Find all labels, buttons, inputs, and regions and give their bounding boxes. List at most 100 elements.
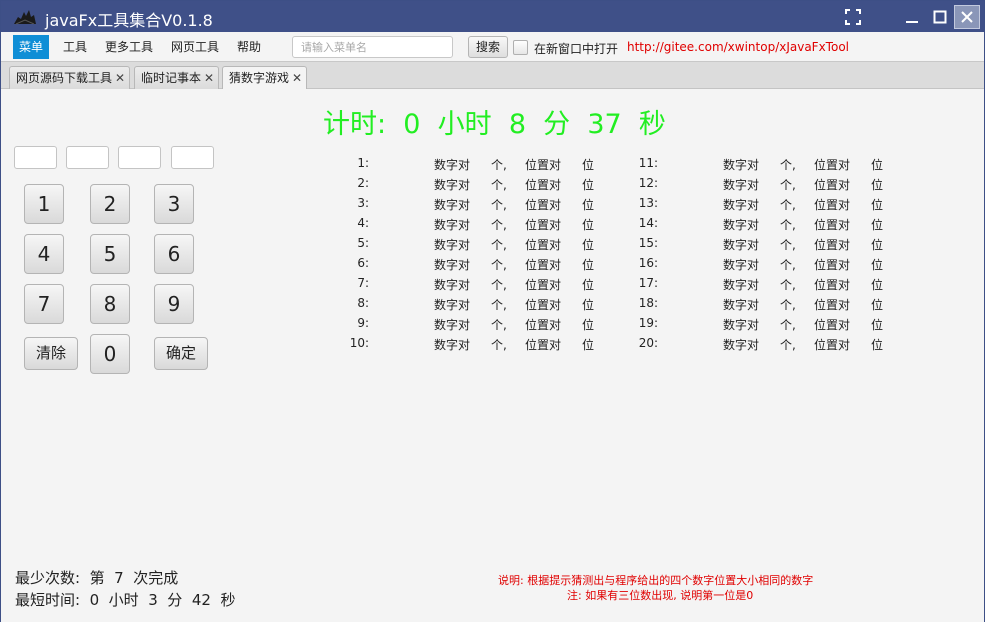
digits-correct-label: 数字对: [723, 278, 760, 292]
tab-guess-number-game[interactable]: 猜数字游戏 ✕: [222, 66, 308, 91]
position-correct-label: 位置对: [525, 158, 562, 172]
digits-unit: 个,: [491, 318, 507, 332]
menu-bar: 菜单 工具 更多工具 网页工具 帮助 搜索 在新窗口中打开 http://git…: [1, 32, 984, 61]
guess-digit-4[interactable]: [171, 146, 214, 169]
position-unit: 位: [582, 218, 595, 232]
minimize-icon[interactable]: [899, 5, 925, 29]
digits-correct-label: 数字对: [723, 178, 760, 192]
tab-label: 网页源码下载工具: [16, 71, 113, 85]
position-unit: 位: [582, 198, 595, 212]
window-title: javaFx工具集合V0.1.8: [45, 11, 213, 30]
digits-correct-label: 数字对: [434, 218, 471, 232]
position-unit: 位: [871, 318, 884, 332]
position-unit: 位: [582, 298, 595, 312]
key-9-button[interactable]: 9: [154, 284, 194, 324]
menu-item-help[interactable]: 帮助: [231, 35, 267, 59]
tab-web-source-downloader[interactable]: 网页源码下载工具 ✕: [9, 66, 131, 90]
digits-unit: 个,: [491, 238, 507, 252]
guess-digit-1[interactable]: [14, 146, 57, 169]
menu-search-input[interactable]: [292, 36, 453, 58]
app-window: javaFx工具集合V0.1.8 菜单 工具 更多工具 网页工具 帮助 搜索 在…: [0, 0, 985, 622]
tab-close-icon[interactable]: ✕: [292, 67, 302, 89]
position-correct-label: 位置对: [814, 338, 851, 352]
position-unit: 位: [582, 158, 595, 172]
tab-temp-notepad[interactable]: 临时记事本 ✕: [134, 66, 220, 90]
result-index: 7:: [357, 276, 369, 290]
menu-item-web-tools[interactable]: 网页工具: [165, 35, 225, 59]
digits-unit: 个,: [780, 238, 796, 252]
result-index: 3:: [357, 196, 369, 210]
open-new-window-checkbox[interactable]: [513, 40, 528, 55]
digits-correct-label: 数字对: [434, 198, 471, 212]
fullscreen-icon[interactable]: [840, 5, 866, 29]
best-attempts-label: 最少次数: 第 7 次完成: [15, 569, 179, 587]
digits-correct-label: 数字对: [723, 298, 760, 312]
digits-unit: 个,: [491, 258, 507, 272]
tab-close-icon[interactable]: ✕: [204, 67, 214, 89]
position-unit: 位: [582, 318, 595, 332]
menu-item-tools[interactable]: 工具: [57, 35, 93, 59]
search-button[interactable]: 搜索: [468, 36, 508, 58]
position-correct-label: 位置对: [814, 218, 851, 232]
result-index: 18:: [638, 296, 658, 310]
position-correct-label: 位置对: [814, 158, 851, 172]
app-logo-icon: [13, 8, 37, 26]
digits-correct-label: 数字对: [434, 318, 471, 332]
key-3-button[interactable]: 3: [154, 184, 194, 224]
result-index: 1:: [357, 156, 369, 170]
result-index: 19:: [638, 316, 658, 330]
confirm-button[interactable]: 确定: [154, 337, 208, 370]
position-correct-label: 位置对: [814, 318, 851, 332]
key-1-button[interactable]: 1: [24, 184, 64, 224]
menu-item-menu[interactable]: 菜单: [13, 35, 50, 59]
position-unit: 位: [871, 198, 884, 212]
digits-unit: 个,: [491, 298, 507, 312]
key-0-button[interactable]: 0: [90, 334, 130, 374]
timer-display: 计时: 0 小时 8 分 37 秒: [323, 102, 666, 141]
key-5-button[interactable]: 5: [90, 234, 130, 274]
digits-correct-label: 数字对: [723, 338, 760, 352]
tab-close-icon[interactable]: ✕: [115, 67, 125, 89]
close-icon[interactable]: [954, 5, 980, 29]
key-7-button[interactable]: 7: [24, 284, 64, 324]
position-correct-label: 位置对: [525, 278, 562, 292]
digits-unit: 个,: [780, 218, 796, 232]
key-2-button[interactable]: 2: [90, 184, 130, 224]
digits-correct-label: 数字对: [434, 158, 471, 172]
title-bar[interactable]: javaFx工具集合V0.1.8: [1, 1, 984, 32]
result-index: 4:: [357, 216, 369, 230]
result-index: 6:: [357, 256, 369, 270]
digits-correct-label: 数字对: [723, 238, 760, 252]
timer-seconds: 37: [587, 109, 622, 140]
maximize-icon[interactable]: [927, 5, 953, 29]
menu-item-more-tools[interactable]: 更多工具: [99, 35, 159, 59]
instructions-note: 注: 如果有三位数出现, 说明第一位是0: [567, 589, 754, 602]
digits-unit: 个,: [491, 338, 507, 352]
position-unit: 位: [871, 258, 884, 272]
guess-digit-3[interactable]: [118, 146, 161, 169]
key-6-button[interactable]: 6: [154, 234, 194, 274]
position-unit: 位: [871, 278, 884, 292]
digits-unit: 个,: [780, 318, 796, 332]
timer-minutes-unit: 分: [543, 109, 571, 140]
gitee-link[interactable]: http://gitee.com/xwintop/xJavaFxTool: [627, 40, 849, 54]
key-4-button[interactable]: 4: [24, 234, 64, 274]
tab-label: 临时记事本: [141, 71, 202, 85]
digits-unit: 个,: [491, 158, 507, 172]
position-correct-label: 位置对: [525, 218, 562, 232]
position-correct-label: 位置对: [814, 198, 851, 212]
position-correct-label: 位置对: [525, 338, 562, 352]
result-index: 9:: [357, 316, 369, 330]
position-correct-label: 位置对: [525, 298, 562, 312]
digits-correct-label: 数字对: [723, 198, 760, 212]
digits-correct-label: 数字对: [723, 258, 760, 272]
digits-correct-label: 数字对: [434, 298, 471, 312]
digits-unit: 个,: [780, 338, 796, 352]
position-unit: 位: [871, 178, 884, 192]
digits-unit: 个,: [780, 198, 796, 212]
key-8-button[interactable]: 8: [90, 284, 130, 324]
clear-button[interactable]: 清除: [24, 337, 78, 370]
digits-unit: 个,: [780, 298, 796, 312]
digits-unit: 个,: [780, 278, 796, 292]
guess-digit-2[interactable]: [66, 146, 109, 169]
